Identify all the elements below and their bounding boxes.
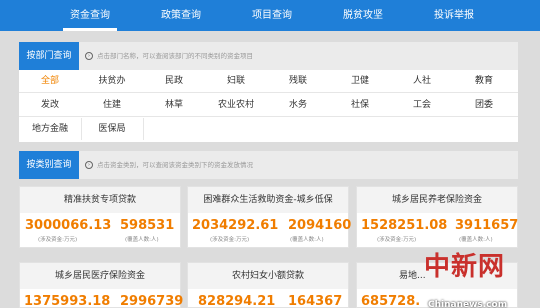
- dept-local-finance[interactable]: 地方金融: [19, 118, 81, 140]
- fund-card[interactable]: 农村妇女小额贷款 828294.21 164367: [187, 262, 349, 308]
- divider: [19, 116, 518, 117]
- card-people: 2094160: [288, 218, 352, 233]
- nav-policy-query[interactable]: 政策查询: [148, 0, 214, 31]
- card-title: 困难群众生活救助资金-城乡低保: [188, 187, 348, 213]
- dept-trade-union[interactable]: 工会: [391, 94, 453, 116]
- dept-query-panel: 按部门查询 › 点击部门名称，可以查阅该部门的不同类别的资金项目 全部 扶贫办 …: [19, 42, 518, 142]
- dept-forestry[interactable]: 林草: [143, 94, 205, 116]
- card-people: 2996739: [120, 294, 184, 308]
- card-amount: 685728.: [361, 294, 421, 308]
- dept-education[interactable]: 教育: [453, 70, 515, 92]
- card-amount-label: (涉及资金:万元): [377, 237, 417, 243]
- dept-query-tab[interactable]: 按部门查询: [19, 42, 79, 70]
- category-panel-header: 按类别查询 › 点击资金类别，可以查阅该资金类别下的资金发放情况: [19, 151, 518, 179]
- fund-card[interactable]: 困难群众生活救助资金-城乡低保 2034292.61 (涉及资金:万元) 209…: [187, 186, 352, 248]
- category-hint: 点击资金类别，可以查阅该资金类别下的资金发放情况: [97, 161, 253, 169]
- card-amount-label: (涉及资金:万元): [38, 237, 78, 243]
- nav-complaint-report[interactable]: 投诉举报: [421, 0, 487, 31]
- dept-civil-affairs[interactable]: 民政: [143, 70, 205, 92]
- dept-health[interactable]: 卫健: [329, 70, 391, 92]
- chinanews-watermark: 中新网 Chinanews.com: [424, 246, 534, 308]
- card-title: 农村妇女小额贷款: [188, 263, 348, 289]
- card-people: 3911657: [455, 218, 519, 233]
- card-amount: 1375993.18: [24, 294, 111, 308]
- dept-grid: 全部 扶贫办 民政 妇联 残联 卫健 人社 教育 发改 住建 林草 农业农村 水…: [19, 70, 518, 142]
- nav-fund-query[interactable]: 资金查询: [57, 0, 123, 31]
- divider: [143, 118, 144, 140]
- category-query-panel: 按类别查询 › 点击资金类别，可以查阅该资金类别下的资金发放情况: [19, 151, 518, 179]
- dept-water[interactable]: 水务: [267, 94, 329, 116]
- card-amount-label: (涉及资金:万元): [210, 237, 250, 243]
- dept-disabled-federation[interactable]: 残联: [267, 70, 329, 92]
- card-people-label: (覆盖人数:人): [125, 237, 159, 243]
- card-people: 598531: [120, 218, 175, 233]
- divider: [19, 92, 518, 93]
- watermark-logo: 中新网: [424, 252, 506, 282]
- nav-poverty-alleviation[interactable]: 脱贫攻坚: [330, 0, 396, 31]
- fund-card[interactable]: 城乡居民养老保险资金 1528251.08 (涉及资金:万元) 3911657 …: [356, 186, 518, 248]
- watermark-url: Chinanews.com: [428, 300, 508, 308]
- card-title: 城乡居民医疗保险资金: [20, 263, 180, 289]
- card-amount: 1528251.08: [361, 218, 448, 233]
- card-amount: 3000066.13: [25, 218, 112, 233]
- fund-card[interactable]: 城乡居民医疗保险资金 1375993.18 2996739: [19, 262, 184, 308]
- card-people: 164367: [288, 294, 343, 308]
- fund-card[interactable]: 精准扶贫专项贷款 3000066.13 (涉及资金:万元) 598531 (覆盖…: [19, 186, 181, 248]
- card-title: 城乡居民养老保险资金: [357, 187, 517, 213]
- dept-all[interactable]: 全部: [19, 70, 81, 92]
- dept-panel-header: 按部门查询 › 点击部门名称，可以查阅该部门的不同类别的资金项目: [19, 42, 518, 70]
- card-people-label: (覆盖人数:人): [290, 237, 324, 243]
- info-icon: ›: [85, 161, 93, 169]
- card-title: 精准扶贫专项贷款: [20, 187, 180, 213]
- dept-development-reform[interactable]: 发改: [19, 94, 81, 116]
- card-people-label: (覆盖人数:人): [459, 237, 493, 243]
- card-amount: 2034292.61: [192, 218, 279, 233]
- dept-housing[interactable]: 住建: [81, 94, 143, 116]
- category-query-tab[interactable]: 按类别查询: [19, 151, 79, 179]
- dept-youth-league[interactable]: 团委: [453, 94, 515, 116]
- dept-hr-social[interactable]: 人社: [391, 70, 453, 92]
- card-amount: 828294.21: [198, 294, 276, 308]
- dept-women-federation[interactable]: 妇联: [205, 70, 267, 92]
- info-icon: ›: [85, 52, 93, 60]
- dept-agriculture[interactable]: 农业农村: [205, 94, 267, 116]
- dept-poverty-office[interactable]: 扶贫办: [81, 70, 143, 92]
- nav-project-query[interactable]: 项目查询: [239, 0, 305, 31]
- divider: [81, 118, 82, 140]
- dept-hint: 点击部门名称，可以查阅该部门的不同类别的资金项目: [97, 52, 253, 60]
- top-nav: 资金查询 政策查询 项目查询 脱贫攻坚 投诉举报: [0, 0, 540, 31]
- dept-medical-insurance[interactable]: 医保局: [81, 118, 143, 140]
- dept-social-security[interactable]: 社保: [329, 94, 391, 116]
